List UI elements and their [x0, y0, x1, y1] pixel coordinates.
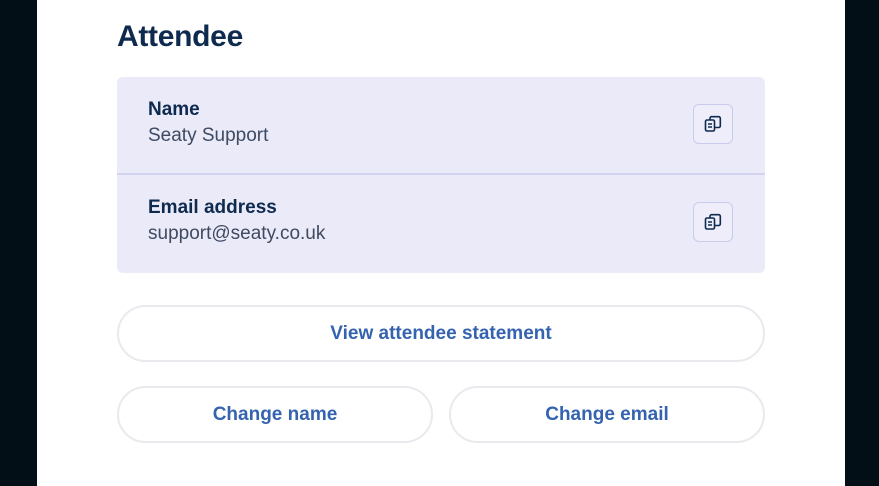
copy-icon	[703, 114, 723, 134]
copy-email-button[interactable]	[693, 202, 733, 242]
email-row: Email address support@seaty.co.uk	[117, 175, 765, 272]
change-email-button[interactable]: Change email	[449, 386, 765, 443]
attendee-info-card: Name Seaty Support Email address support…	[117, 77, 765, 273]
name-label: Name	[148, 99, 200, 120]
name-value: Seaty Support	[148, 125, 269, 146]
attendee-panel: Attendee Name Seaty Support Email addres…	[37, 0, 845, 486]
name-row: Name Seaty Support	[117, 77, 765, 174]
section-title: Attendee	[117, 20, 243, 53]
change-name-button[interactable]: Change name	[117, 386, 433, 443]
view-attendee-statement-button[interactable]: View attendee statement	[117, 305, 765, 362]
email-value: support@seaty.co.uk	[148, 223, 326, 244]
copy-name-button[interactable]	[693, 104, 733, 144]
email-label: Email address	[148, 197, 277, 218]
copy-icon	[703, 212, 723, 232]
